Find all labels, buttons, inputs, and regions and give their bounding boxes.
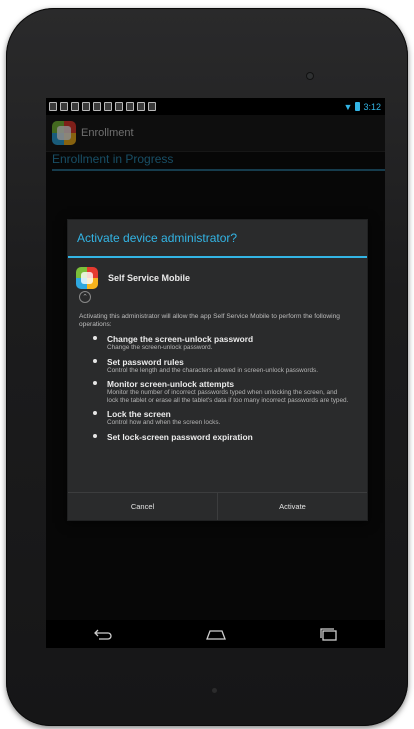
permission-description: Change the screen-unlock password. <box>107 344 213 351</box>
check-icon <box>126 102 134 111</box>
permission-item: Set password rules Control the length an… <box>68 357 367 375</box>
cancel-button[interactable]: Cancel <box>68 493 217 520</box>
dialog-app-name: Self Service Mobile <box>108 273 191 283</box>
image-icon <box>60 102 68 111</box>
notification-icons <box>46 102 156 111</box>
screen: ▼ 3:12 Enrollment Enrollment in Progress… <box>46 98 385 648</box>
dialog-button-bar: Cancel Activate <box>68 492 367 520</box>
expand-details-icon[interactable]: ⌃ <box>79 291 91 303</box>
permission-title: Set password rules <box>107 356 184 367</box>
permission-item: Change the screen-unlock password Change… <box>68 334 367 352</box>
permission-title: Lock the screen <box>107 409 171 420</box>
permission-description: Control the length and the characters al… <box>107 366 319 374</box>
self-service-app-icon <box>76 267 98 289</box>
permission-description: Monitor the number of incorrect password… <box>107 389 349 404</box>
front-camera <box>306 72 314 80</box>
home-icon <box>205 630 226 640</box>
permission-title: Change the screen-unlock password <box>107 334 254 344</box>
wifi-icon: ▼ <box>343 101 353 112</box>
recents-icon[interactable] <box>309 624 349 644</box>
recents-icon <box>319 628 337 641</box>
check-icon <box>137 102 145 111</box>
permission-title: Monitor screen-unlock attempts <box>107 379 235 390</box>
permission-item: Lock the screen Control how and when the… <box>68 409 367 427</box>
download-icon <box>71 102 79 111</box>
permission-title: Set lock-screen password expiration <box>107 431 253 442</box>
activate-button[interactable]: Activate <box>217 493 367 520</box>
dialog-app-row: Self Service Mobile <box>68 258 367 289</box>
dialog-scroll-content[interactable]: Activating this administrator will allow… <box>68 313 367 489</box>
back-icon[interactable] <box>83 624 123 644</box>
light-sensor <box>212 688 217 693</box>
bullet-icon <box>93 381 97 386</box>
sim-icon <box>49 102 57 111</box>
bullet-icon <box>93 336 97 340</box>
camera-icon <box>148 102 156 111</box>
back-icon <box>93 629 112 640</box>
home-icon[interactable] <box>196 624 236 644</box>
bullet-icon <box>93 433 97 438</box>
chat-icon <box>115 102 123 111</box>
bullet-icon <box>93 411 97 416</box>
clock: 3:12 <box>363 101 381 112</box>
cloud-icon <box>104 102 112 111</box>
dialog-title: Activate device administrator? <box>68 220 367 258</box>
bullet-icon <box>93 358 97 363</box>
download-icon <box>82 102 90 111</box>
device-admin-dialog: Activate device administrator? Self Serv… <box>67 219 368 521</box>
status-bar: ▼ 3:12 <box>46 98 385 115</box>
permission-item: Set lock-screen password expiration <box>68 432 367 442</box>
dialog-intro-text: Activating this administrator will allow… <box>79 313 340 328</box>
tablet-device: ▼ 3:12 Enrollment Enrollment in Progress… <box>6 8 408 726</box>
permission-description: Control how and when the screen locks. <box>107 419 221 427</box>
battery-icon <box>355 102 361 111</box>
navigation-bar <box>46 620 385 648</box>
permission-item: Monitor screen-unlock attempts Monitor t… <box>68 379 367 404</box>
mail-icon <box>93 102 101 111</box>
